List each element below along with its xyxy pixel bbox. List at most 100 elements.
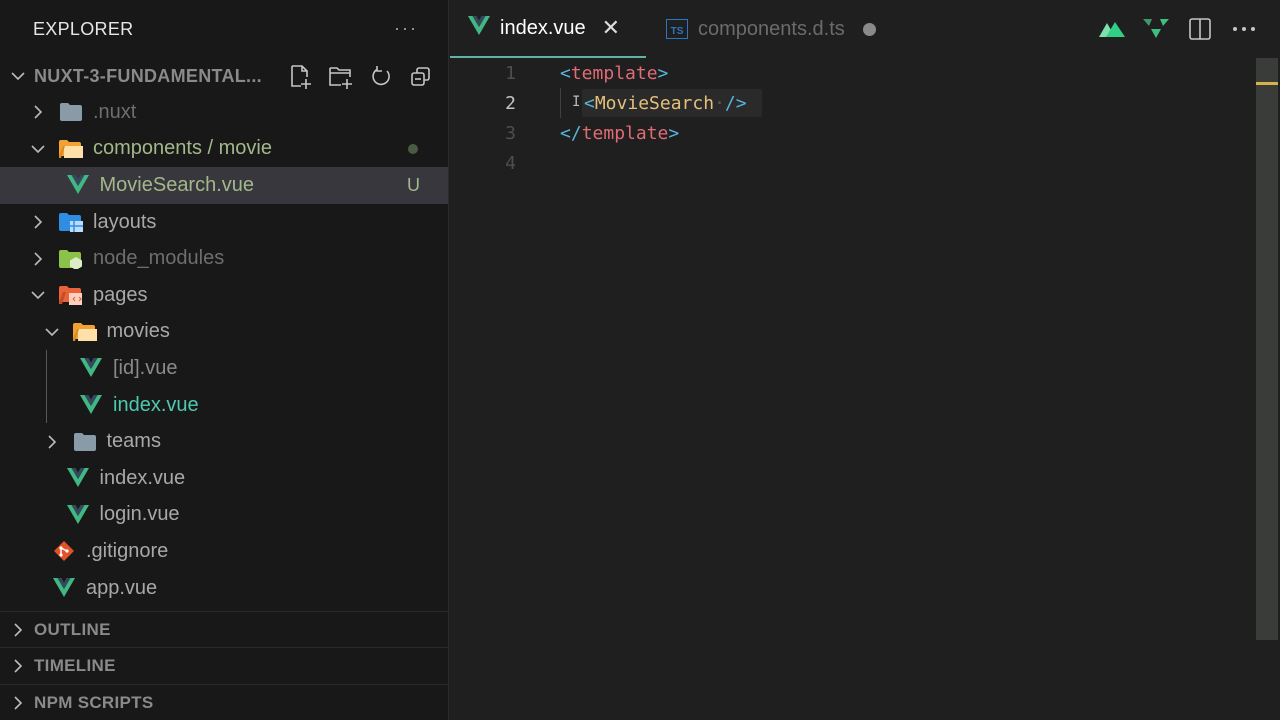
nuxt-icon[interactable] xyxy=(1098,14,1126,44)
line-number: 4 xyxy=(505,152,516,174)
folder-node-icon xyxy=(58,248,84,270)
vue-icon xyxy=(78,357,104,379)
code-line: 3 </template> xyxy=(450,118,1255,148)
git-icon xyxy=(51,540,77,562)
tree-file[interactable]: MovieSearch.vue U xyxy=(0,167,448,204)
tree-folder[interactable]: .nuxt xyxy=(0,94,448,131)
tree-item-label: index.vue xyxy=(113,393,199,416)
line-number: 1 xyxy=(505,62,516,84)
tree-item-label: components / movie xyxy=(93,137,272,160)
section-npm-scripts[interactable]: NPM SCRIPTS xyxy=(0,684,449,720)
chevron-right-icon xyxy=(8,695,28,710)
token: < xyxy=(584,92,595,114)
tree-item-label: MovieSearch.vue xyxy=(99,173,255,196)
line-number: 3 xyxy=(505,122,516,144)
folder-layouts-icon xyxy=(58,211,84,233)
more-actions-icon[interactable]: ··· xyxy=(394,18,418,39)
tree-folder[interactable]: movies xyxy=(0,314,448,351)
code-line: 4 xyxy=(450,148,1255,178)
tree-folder[interactable]: components / movie xyxy=(0,131,448,168)
tree-folder[interactable]: layouts xyxy=(0,204,448,241)
tree-file[interactable]: index.vue xyxy=(0,387,448,424)
section-outline[interactable]: OUTLINE xyxy=(0,611,449,647)
folder-components-open-icon xyxy=(58,138,84,160)
tree-file[interactable]: index.vue xyxy=(0,460,448,497)
tree-file[interactable]: login.vue xyxy=(0,497,448,534)
tab-label: index.vue xyxy=(500,16,586,39)
chevron-down-icon xyxy=(28,144,48,154)
section-label: TIMELINE xyxy=(34,655,116,675)
section-label: NPM SCRIPTS xyxy=(34,692,154,712)
folder-gray-icon xyxy=(58,101,84,123)
vue-icon xyxy=(468,15,490,41)
tree-item-label: layouts xyxy=(93,210,157,233)
token: </ xyxy=(560,122,582,144)
code-line-current: 2 Ι <MovieSearch·/> xyxy=(450,88,1255,118)
folder-pages-open-icon xyxy=(58,284,84,306)
scroll-marker xyxy=(1256,82,1278,85)
tab-components-d-ts[interactable]: TS components.d.ts xyxy=(666,0,876,58)
editor-scrollbar[interactable] xyxy=(1256,58,1278,640)
tree-item-label: app.vue xyxy=(86,576,158,599)
folder-gray-icon xyxy=(72,431,98,453)
vitest-icon[interactable] xyxy=(1142,14,1170,44)
project-name: NUXT-3-FUNDAMENTAL... xyxy=(34,65,262,86)
new-folder-icon[interactable] xyxy=(326,62,356,92)
code-text: </template> xyxy=(560,123,679,144)
token: > xyxy=(668,122,680,144)
tree-file[interactable]: [id].vue xyxy=(0,350,448,387)
token: > xyxy=(657,62,669,84)
chevron-right-icon xyxy=(28,215,48,229)
vue-icon xyxy=(65,504,91,526)
token: template xyxy=(581,122,669,144)
typescript-icon: TS xyxy=(666,19,688,39)
collapse-all-icon[interactable] xyxy=(406,62,436,92)
new-file-icon[interactable] xyxy=(286,62,316,92)
code-text: <MovieSearch·/> xyxy=(584,93,747,114)
unsaved-dot-icon[interactable] xyxy=(862,22,876,36)
tree-file[interactable]: .gitignore xyxy=(0,533,448,570)
token: template xyxy=(570,62,658,84)
token: MovieSearch xyxy=(594,92,715,114)
section-timeline[interactable]: TIMELINE xyxy=(0,647,449,683)
vue-icon xyxy=(65,467,91,489)
tree-folder[interactable]: pages xyxy=(0,277,448,314)
chevron-down-icon xyxy=(8,71,28,81)
project-header[interactable]: NUXT-3-FUNDAMENTAL... xyxy=(0,58,448,94)
folder-open-icon xyxy=(72,321,98,343)
refresh-icon[interactable] xyxy=(366,62,396,92)
more-actions-icon[interactable] xyxy=(1230,14,1258,44)
tree-item-label: index.vue xyxy=(99,466,186,489)
line-number: 2 xyxy=(505,92,516,114)
code-editor[interactable]: 1 <template> 2 Ι <MovieSearch·/> 3 </tem… xyxy=(450,58,1255,720)
text-cursor-icon: Ι xyxy=(572,94,581,110)
chevron-right-icon xyxy=(8,658,28,673)
indent-guide xyxy=(560,88,561,118)
editor-tabs: index.vue ✕ TS components.d.ts xyxy=(450,0,1280,58)
tree-folder[interactable]: node_modules xyxy=(0,240,448,277)
tree-item-label: pages xyxy=(93,283,148,306)
tree-file[interactable]: app.vue xyxy=(0,570,448,607)
close-icon[interactable]: ✕ xyxy=(602,15,620,41)
vue-icon xyxy=(65,174,91,196)
git-status-badge: U xyxy=(407,174,420,195)
token: /> xyxy=(724,92,747,114)
tree-item-label: login.vue xyxy=(99,503,180,526)
modified-dot-icon xyxy=(408,143,418,154)
tab-index-vue[interactable]: index.vue ✕ xyxy=(450,0,646,58)
code-text: <template> xyxy=(560,63,668,84)
chevron-right-icon xyxy=(42,435,62,449)
chevron-right-icon xyxy=(28,105,48,119)
chevron-down-icon xyxy=(42,327,62,337)
tree-folder[interactable]: teams xyxy=(0,423,448,460)
vue-icon xyxy=(78,394,104,416)
tree-item-label: teams xyxy=(106,430,161,453)
chevron-right-icon xyxy=(8,622,28,637)
explorer-header: EXPLORER ··· xyxy=(0,0,448,58)
token: < xyxy=(560,62,571,84)
section-label: OUTLINE xyxy=(34,619,111,639)
whitespace-token: · xyxy=(714,92,725,114)
tree-item-label: movies xyxy=(106,320,170,343)
split-editor-icon[interactable] xyxy=(1186,14,1214,44)
chevron-right-icon xyxy=(28,252,48,266)
